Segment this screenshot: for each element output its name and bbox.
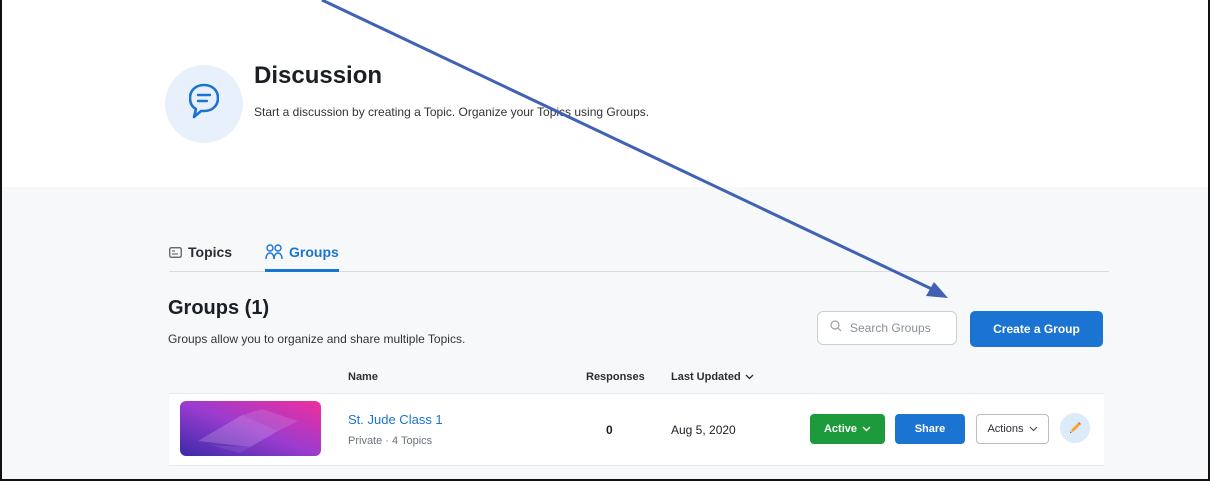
column-header-name[interactable]: Name xyxy=(348,371,378,383)
group-name-link[interactable]: St. Jude Class 1 xyxy=(348,412,443,427)
search-icon xyxy=(830,319,842,337)
groups-icon xyxy=(265,244,283,261)
page-title: Discussion xyxy=(254,62,383,89)
search-box[interactable] xyxy=(817,311,957,345)
discussion-icon xyxy=(165,65,243,143)
status-label: Active xyxy=(823,423,858,435)
group-last-updated: Aug 5, 2020 xyxy=(671,423,736,437)
groups-heading: Groups (1) xyxy=(168,297,270,319)
column-header-last-updated-label: Last Updated xyxy=(671,371,741,383)
group-thumbnail[interactable] xyxy=(180,401,321,456)
tab-topics[interactable]: Topics xyxy=(169,244,232,270)
chevron-down-icon xyxy=(1029,426,1038,432)
status-active-button[interactable]: Active xyxy=(810,414,885,444)
tab-bar: Topics Groups xyxy=(169,244,1109,272)
create-group-button[interactable]: Create a Group xyxy=(970,311,1103,347)
tab-groups[interactable]: Groups xyxy=(265,244,339,272)
tab-groups-label: Groups xyxy=(289,244,339,260)
column-header-last-updated[interactable]: Last Updated xyxy=(671,371,754,383)
share-button[interactable]: Share xyxy=(895,414,965,444)
page-header: Discussion Start a discussion by creatin… xyxy=(2,0,1208,188)
chevron-down-icon xyxy=(745,374,754,380)
table-row: St. Jude Class 1 Private · 4 Topics 0 Au… xyxy=(169,393,1104,466)
pencil-icon xyxy=(1067,420,1083,436)
tab-topics-label: Topics xyxy=(188,244,233,260)
group-meta: Private · 4 Topics xyxy=(348,435,433,447)
page-subtitle: Start a discussion by creating a Topic. … xyxy=(254,105,650,119)
groups-description: Groups allow you to organize and share m… xyxy=(168,332,466,346)
actions-label: Actions xyxy=(987,423,1024,435)
column-header-responses[interactable]: Responses xyxy=(586,371,645,383)
edit-button[interactable] xyxy=(1060,413,1090,443)
app-window: Discussion Start a discussion by creatin… xyxy=(0,0,1210,481)
actions-dropdown[interactable]: Actions xyxy=(976,414,1049,444)
chevron-down-icon xyxy=(862,426,871,432)
topics-icon xyxy=(169,244,182,259)
search-input[interactable] xyxy=(848,320,952,336)
group-responses: 0 xyxy=(606,423,613,437)
